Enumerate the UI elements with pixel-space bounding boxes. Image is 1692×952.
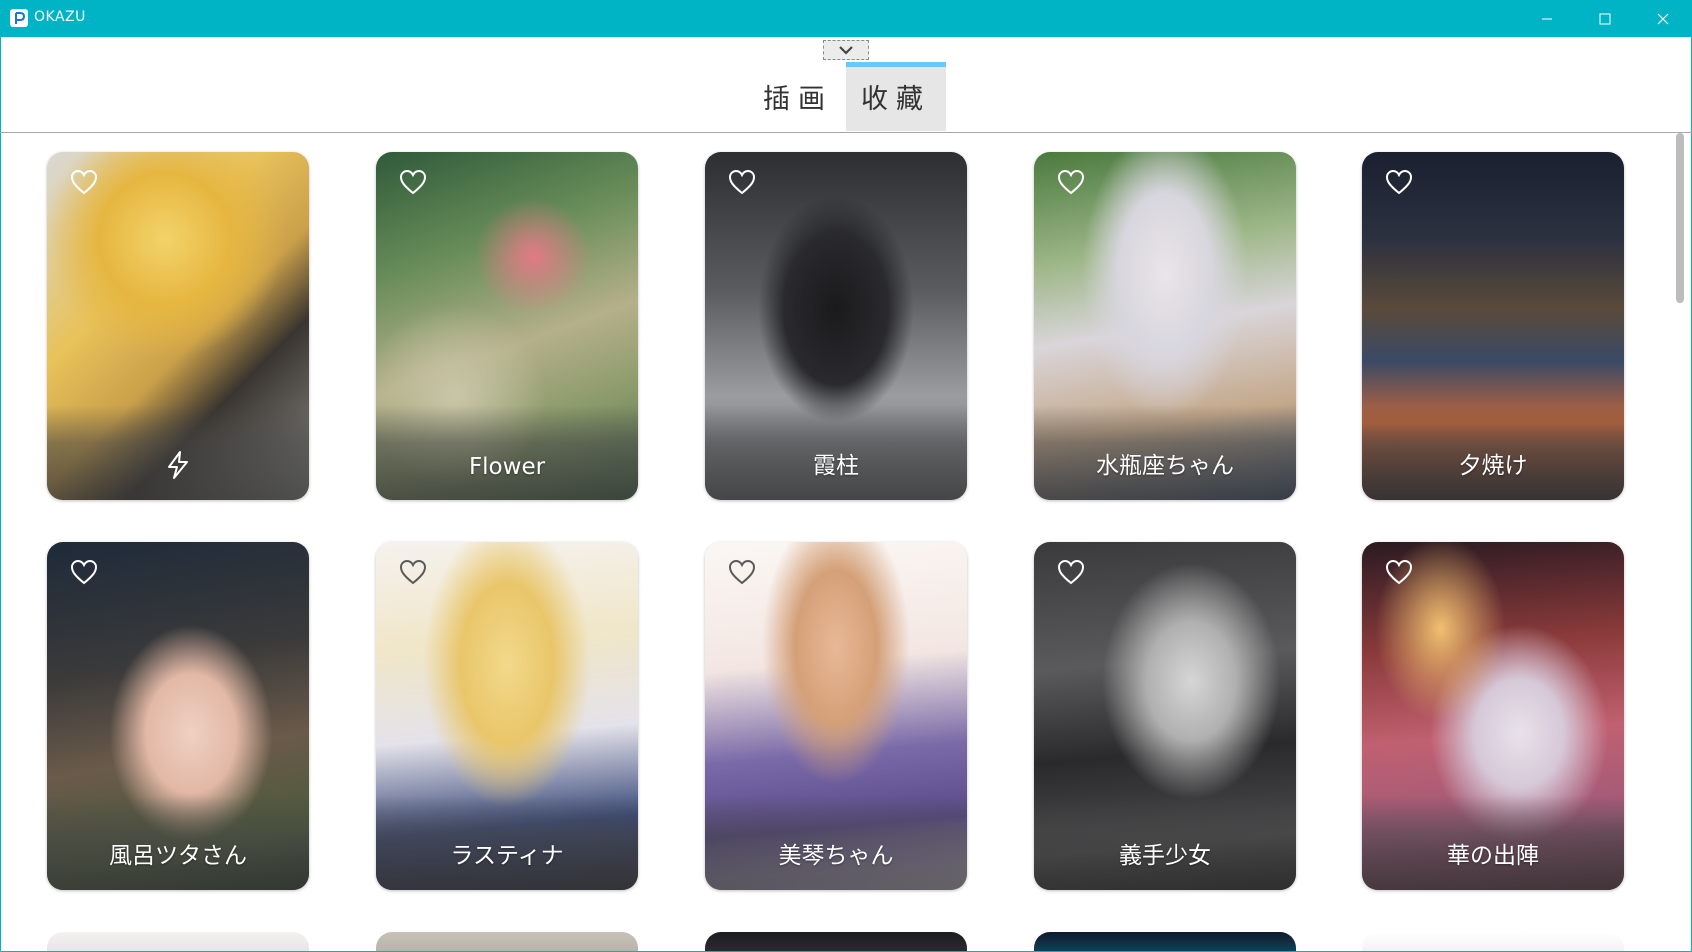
- heart-icon[interactable]: [1057, 169, 1085, 195]
- artwork-caption: Flower: [468, 454, 546, 480]
- artwork-card[interactable]: 風呂ツタさん: [47, 542, 309, 890]
- maximize-icon: [1599, 13, 1611, 24]
- tab-favorites-label: 收藏: [861, 84, 931, 115]
- artwork-card-partial[interactable]: [47, 932, 309, 951]
- heart-icon[interactable]: [1057, 559, 1085, 585]
- artwork-caption: 霞柱: [813, 453, 859, 479]
- tab-illustrations[interactable]: 插画: [748, 62, 848, 131]
- artwork-card[interactable]: Flower: [376, 152, 638, 500]
- artwork-card[interactable]: [47, 152, 309, 500]
- tab-illustrations-label: 插画: [763, 84, 833, 115]
- artwork-card-partial[interactable]: [705, 932, 967, 951]
- close-button[interactable]: [1634, 0, 1692, 37]
- heart-icon[interactable]: [70, 559, 98, 585]
- artwork-card[interactable]: ラスティナ: [376, 542, 638, 890]
- close-icon: [1657, 13, 1669, 24]
- gallery-grid: Flower 霞柱 水瓶座ちゃん 夕焼け 風呂ツタさん ラスティナ 美琴ちゃん: [0, 133, 1672, 951]
- heart-icon[interactable]: [399, 169, 427, 195]
- artwork-card[interactable]: 霞柱: [705, 152, 967, 500]
- scrollbar-thumb[interactable]: [1676, 133, 1684, 303]
- artwork-card-partial[interactable]: [1034, 932, 1296, 951]
- chevron-down-icon: [839, 46, 853, 55]
- artwork-caption: 華の出陣: [1447, 843, 1539, 869]
- app-logo-icon: [10, 9, 28, 27]
- artwork-caption: 風呂ツタさん: [109, 843, 247, 869]
- heart-icon[interactable]: [70, 169, 98, 195]
- minimize-button[interactable]: [1518, 0, 1576, 37]
- artwork-card-partial[interactable]: [1362, 932, 1624, 951]
- artwork-card[interactable]: 美琴ちゃん: [705, 542, 967, 890]
- heart-icon[interactable]: [1385, 169, 1413, 195]
- artwork-card[interactable]: 水瓶座ちゃん: [1034, 152, 1296, 500]
- caption-shade: [376, 405, 638, 500]
- artwork-card[interactable]: 義手少女: [1034, 542, 1296, 890]
- artwork-caption: 夕焼け: [1458, 453, 1528, 479]
- maximize-button[interactable]: [1576, 0, 1634, 37]
- heart-icon[interactable]: [728, 169, 756, 195]
- minimize-icon: [1542, 18, 1552, 19]
- heart-icon[interactable]: [399, 559, 427, 585]
- artwork-caption: ラスティナ: [450, 843, 564, 869]
- artwork-caption: 美琴ちゃん: [778, 843, 894, 869]
- app-title: OKAZU: [34, 9, 86, 25]
- title-bar: OKAZU: [0, 0, 1692, 37]
- heart-icon[interactable]: [1385, 559, 1413, 585]
- artwork-card[interactable]: 華の出陣: [1362, 542, 1624, 890]
- artwork-card-partial[interactable]: [376, 932, 638, 951]
- tab-favorites[interactable]: 收藏: [846, 62, 946, 131]
- collapse-toggle[interactable]: [823, 40, 869, 60]
- heart-icon[interactable]: [728, 559, 756, 585]
- artwork-card[interactable]: 夕焼け: [1362, 152, 1624, 500]
- lightning-icon: [168, 451, 188, 479]
- artwork-caption: 義手少女: [1119, 843, 1211, 869]
- artwork-caption: 水瓶座ちゃん: [1096, 453, 1234, 479]
